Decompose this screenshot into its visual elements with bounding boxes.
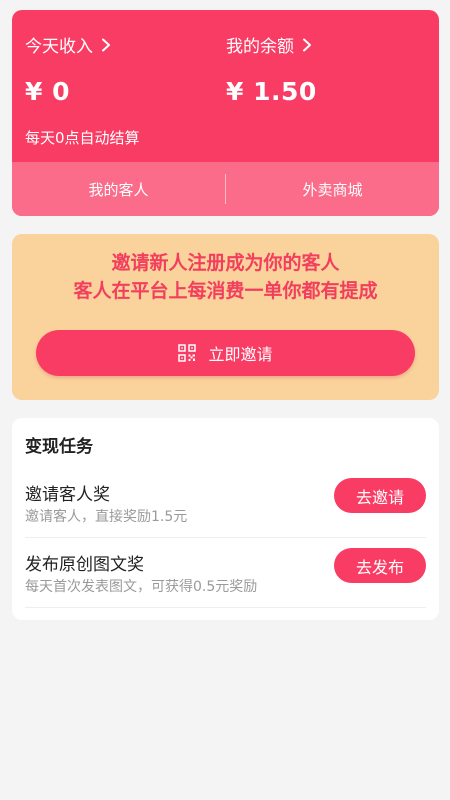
- today-income-link[interactable]: 今天收入: [25, 32, 113, 57]
- balance-label: 我的余额: [226, 37, 294, 57]
- today-income-block: 今天收入 ¥ 0: [25, 32, 113, 106]
- today-income-value: ¥ 0: [25, 77, 70, 106]
- go-invite-button[interactable]: 去邀请: [334, 478, 426, 513]
- invite-subline: 客人在平台上每消费一单你都有提成: [73, 280, 378, 302]
- task-item: 邀请客人奖 邀请客人，直接奖励1.5元 去邀请: [25, 468, 426, 538]
- go-publish-button[interactable]: 去发布: [334, 548, 426, 583]
- takeout-mall-tab[interactable]: 外卖商城: [226, 179, 439, 200]
- invite-now-button[interactable]: 立即邀请: [36, 330, 415, 376]
- settlement-note: 每天0点自动结算: [25, 129, 140, 147]
- my-guests-tab[interactable]: 我的客人: [12, 179, 225, 200]
- earnings-card: 今天收入 ¥ 0 我的余额 ¥ 1.50 每天0点自动结算 我的客人 外卖商城: [12, 10, 439, 216]
- balance-link[interactable]: 我的余额: [226, 32, 317, 57]
- invite-banner: 邀请新人注册成为你的客人 客人在平台上每消费一单你都有提成 立即邀请: [12, 234, 439, 400]
- task-name: 邀请客人奖: [25, 485, 110, 505]
- task-description: 邀请客人，直接奖励1.5元: [25, 509, 188, 525]
- task-item: 发布原创图文奖 每天首次发表图文，可获得0.5元奖励 去发布: [25, 538, 426, 608]
- balance-block: 我的余额 ¥ 1.50: [226, 32, 317, 106]
- today-income-label: 今天收入: [25, 37, 93, 57]
- invite-headline: 邀请新人注册成为你的客人: [111, 252, 340, 274]
- earnings-tab-bar: 我的客人 外卖商城: [12, 162, 439, 216]
- tasks-title: 变现任务: [25, 437, 93, 457]
- invite-now-label: 立即邀请: [208, 345, 273, 364]
- balance-value: ¥ 1.50: [226, 77, 317, 106]
- task-name: 发布原创图文奖: [25, 555, 144, 575]
- task-description: 每天首次发表图文，可获得0.5元奖励: [25, 579, 258, 595]
- chevron-right-icon: [303, 38, 311, 51]
- monetize-tasks-card: 变现任务 邀请客人奖 邀请客人，直接奖励1.5元 去邀请 发布原创图文奖 每天首…: [12, 418, 439, 620]
- chevron-right-icon: [102, 38, 110, 51]
- qr-code-icon: [178, 344, 197, 362]
